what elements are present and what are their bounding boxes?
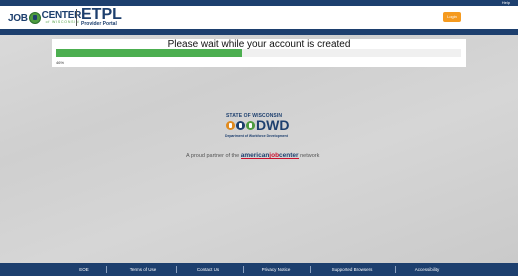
logo-job-text: JOB <box>8 12 28 24</box>
dwd-department-text: Department of Workforce Development <box>225 134 288 138</box>
footer: EOE Terms of Use Contact Us Privacy Noti… <box>0 263 518 276</box>
header-divider <box>76 9 77 26</box>
partner-prefix: A proud partner of the <box>186 153 240 159</box>
status-panel: Please wait while your account is create… <box>52 39 466 67</box>
partner-line: A proud partner of the americanjobcenter… <box>186 151 336 161</box>
partner-suffix: network <box>300 153 320 159</box>
dwd-logo: STATE OF WISCONSIN DWD Department of Wor… <box>222 112 296 144</box>
person-icon <box>246 121 255 130</box>
footer-link-contact[interactable]: Contact Us <box>188 263 228 276</box>
footer-link-privacy[interactable]: Privacy Notice <box>254 263 298 276</box>
footer-link-accessibility[interactable]: Accessibility <box>406 263 448 276</box>
footer-separator <box>176 266 177 273</box>
footer-separator <box>310 266 311 273</box>
login-button[interactable]: Login <box>443 12 461 22</box>
progress-label: 46% <box>56 60 65 65</box>
progress-bar-fill <box>56 49 243 57</box>
wisconsin-globe-icon <box>28 12 41 24</box>
person-icon <box>226 121 235 130</box>
footer-separator <box>106 266 107 273</box>
footer-separator <box>395 266 396 273</box>
footer-link-browsers[interactable]: Supported Browsers <box>322 263 382 276</box>
ajc-swoosh <box>240 158 299 159</box>
dwd-acronym: DWD <box>256 117 290 133</box>
header-stripe <box>0 29 518 35</box>
progress-bar <box>56 49 461 57</box>
footer-separator <box>243 266 244 273</box>
footer-link-terms[interactable]: Terms of Use <box>120 263 166 276</box>
american-job-center-logo: americanjobcenter <box>240 151 299 161</box>
person-icon <box>236 121 245 130</box>
job-center-logo[interactable]: JOB CENTER of WISCONSIN <box>8 8 81 28</box>
app-subtitle: Provider Portal <box>81 21 117 27</box>
footer-link-eoe[interactable]: EOE <box>74 263 94 276</box>
dwd-icon-group <box>226 121 256 130</box>
